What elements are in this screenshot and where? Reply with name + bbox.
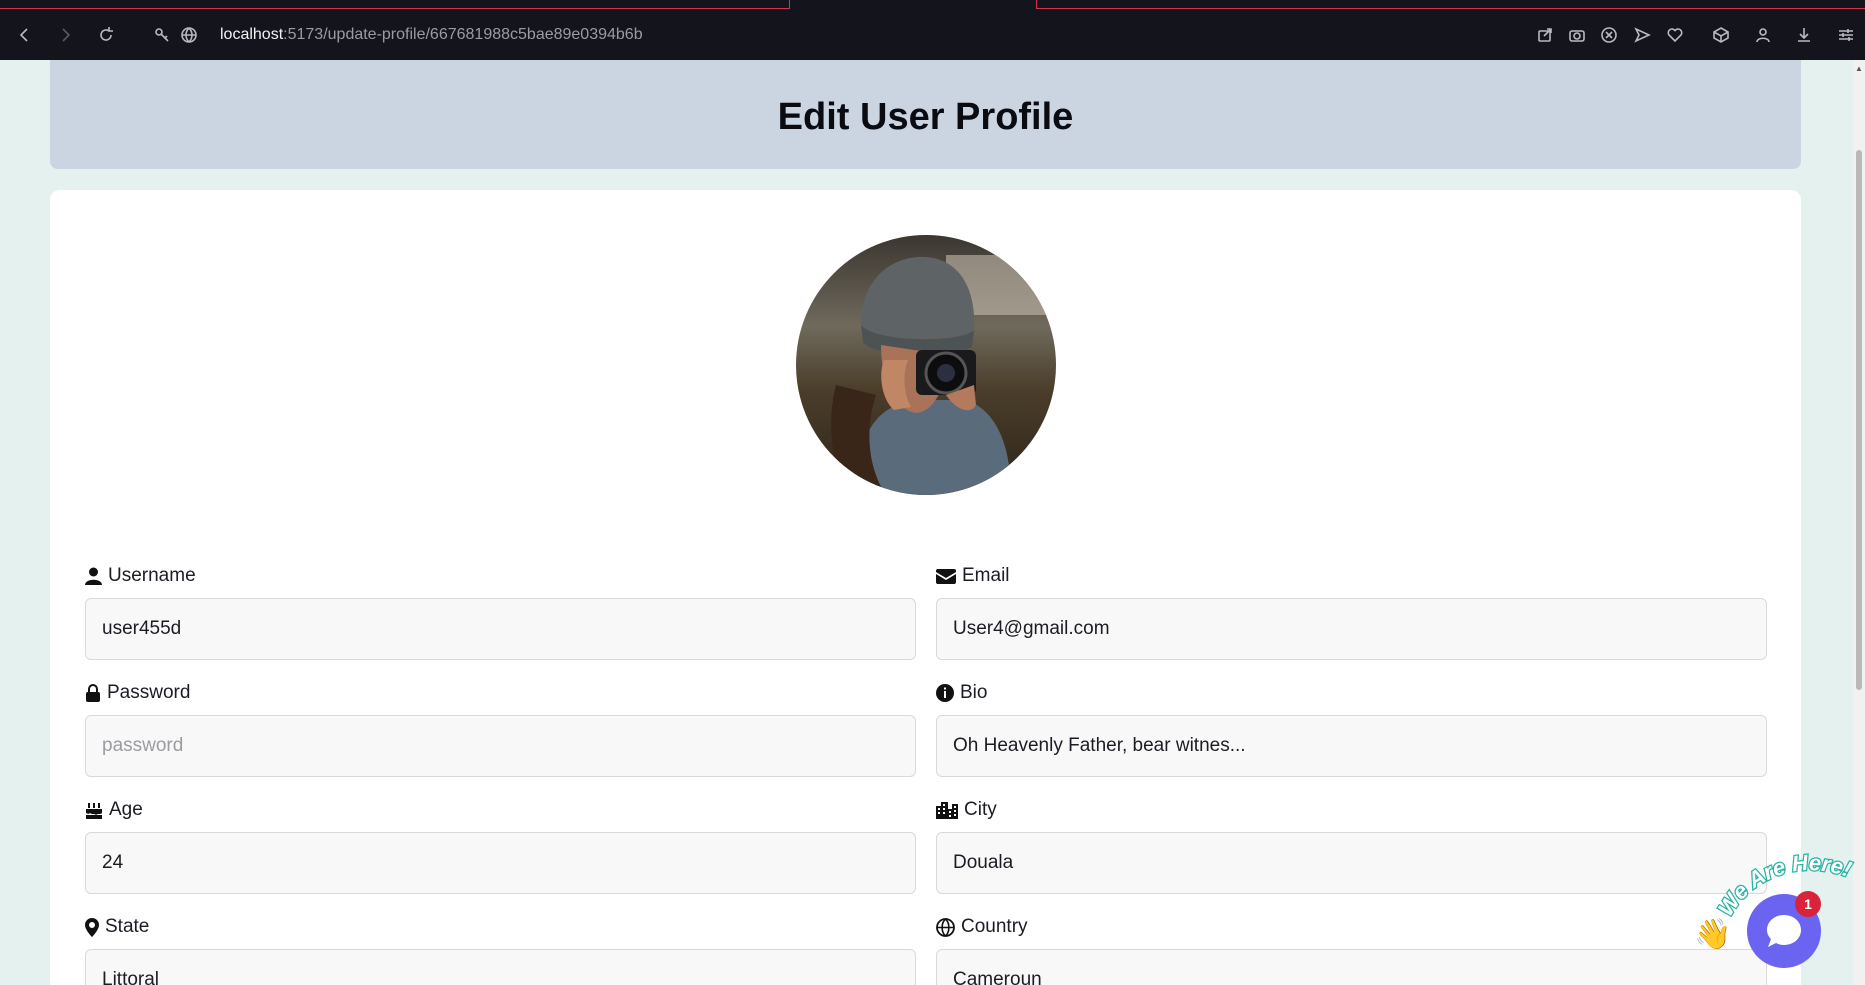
bio-label-row: Bio <box>936 681 1767 705</box>
back-icon[interactable] <box>14 24 36 46</box>
city-label-row: City <box>936 798 1767 822</box>
cube-icon[interactable] <box>1710 24 1732 46</box>
send-icon[interactable] <box>1631 24 1653 46</box>
state-field: State Littoral <box>85 915 916 985</box>
page-title: Edit User Profile <box>777 96 1074 138</box>
reload-icon[interactable] <box>95 24 117 46</box>
chat-unread-badge: 1 <box>1795 891 1821 917</box>
lock-icon <box>86 684 100 702</box>
scrollbar-thumb[interactable] <box>1856 150 1862 690</box>
country-label: Country <box>961 916 1028 937</box>
email-label-row: Email <box>936 564 1767 588</box>
url-path: :5173/update-profile/667681988c5bae89e03… <box>283 26 643 43</box>
address-bar[interactable]: localhost:5173/update-profile/667681988c… <box>220 26 643 44</box>
country-input[interactable]: Cameroun <box>936 949 1767 985</box>
email-input[interactable]: User4@gmail.com <box>936 598 1767 660</box>
age-label-row: Age <box>85 798 916 822</box>
globe-icon <box>178 24 200 46</box>
age-label: Age <box>109 799 143 820</box>
state-label-row: State <box>85 915 916 939</box>
age-input[interactable]: 24 <box>85 832 916 894</box>
password-field: Password <box>85 681 916 777</box>
browser-toolbar: localhost:5173/update-profile/667681988c… <box>0 9 1865 60</box>
password-input[interactable] <box>85 715 916 777</box>
bio-field: Bio Oh Heavenly Father, bear witnes... <box>936 681 1767 777</box>
city-icon <box>936 802 958 819</box>
camera-icon[interactable] <box>1566 24 1588 46</box>
scroll-up-icon[interactable]: ▲ <box>1855 64 1863 73</box>
share-icon[interactable] <box>1534 24 1556 46</box>
url-host: localhost <box>220 26 284 43</box>
browser-tab[interactable] <box>0 0 790 9</box>
profile-icon[interactable] <box>1752 24 1774 46</box>
heart-icon[interactable] <box>1664 24 1686 46</box>
city-input[interactable]: Douala <box>936 832 1767 894</box>
map-pin-icon <box>85 917 99 937</box>
username-field: Username user455d <box>85 564 916 660</box>
forward-icon[interactable] <box>54 24 76 46</box>
cake-icon <box>86 803 102 819</box>
username-label: Username <box>108 565 196 586</box>
city-field: City Douala <box>936 798 1767 894</box>
browser-tab[interactable] <box>1036 0 1865 9</box>
bio-label: Bio <box>960 682 988 703</box>
password-label: Password <box>107 682 191 703</box>
password-label-row: Password <box>85 681 916 705</box>
waving-hand-icon: 👋 <box>1694 918 1732 951</box>
browser-tabstrip <box>0 0 1865 9</box>
user-icon <box>85 567 102 585</box>
age-field: Age 24 <box>85 798 916 894</box>
bio-input[interactable]: Oh Heavenly Father, bear witnes... <box>936 715 1767 777</box>
username-input[interactable]: user455d <box>85 598 916 660</box>
page-scrollbar[interactable]: ▲ <box>1853 60 1865 985</box>
site-settings-icon[interactable] <box>151 24 173 46</box>
state-label: State <box>105 916 150 937</box>
download-icon[interactable] <box>1793 24 1815 46</box>
email-label: Email <box>962 565 1010 586</box>
page-header: Edit User Profile <box>50 60 1801 169</box>
state-input[interactable]: Littoral <box>85 949 916 985</box>
chat-icon <box>1767 915 1801 947</box>
email-field: Email User4@gmail.com <box>936 564 1767 660</box>
city-label: City <box>964 799 997 820</box>
username-label-row: Username <box>85 564 916 588</box>
country-label-row: Country <box>936 915 1767 939</box>
envelope-icon <box>936 568 956 584</box>
menu-icon[interactable] <box>1835 24 1857 46</box>
block-icon[interactable] <box>1598 24 1620 46</box>
globe-icon <box>936 917 955 937</box>
avatar-photo <box>796 235 1056 495</box>
country-field: Country Cameroun <box>936 915 1767 985</box>
avatar[interactable] <box>796 235 1056 495</box>
info-icon <box>936 684 954 702</box>
